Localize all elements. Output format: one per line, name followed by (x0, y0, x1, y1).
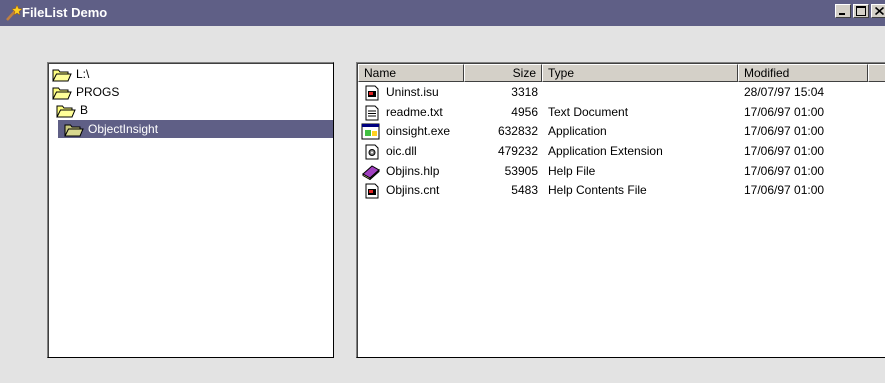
table-row[interactable]: Uninst.isu 3318 28/07/97 15:04 (358, 83, 885, 102)
tree-item-root[interactable]: L:\ (52, 65, 89, 83)
table-row[interactable]: oic.dll 479232 Application Extension 17/… (358, 142, 885, 161)
cell-size: 632832 (497, 124, 538, 138)
cell-type: Help Contents File (548, 183, 647, 197)
cell-type: Text Document (548, 105, 629, 119)
close-button[interactable] (871, 4, 885, 18)
table-row[interactable]: oinsight.exe 632832 Application 17/06/97… (358, 122, 885, 141)
app-wand-icon (6, 4, 22, 21)
cell-name: Objins.cnt (386, 183, 440, 197)
dll-file-icon (365, 144, 379, 160)
cell-type: Application Extension (548, 144, 663, 158)
cell-size: 3318 (511, 85, 538, 99)
cell-size: 4956 (511, 105, 538, 119)
cell-size: 479232 (497, 144, 538, 158)
tree-item-label: PROGS (76, 85, 120, 99)
installer-file-icon (365, 183, 379, 199)
window-title: FileList Demo (22, 5, 108, 20)
application-icon (361, 123, 380, 140)
cell-modified: 17/06/97 01:00 (744, 124, 825, 138)
tree-item-label: ObjectInsight (88, 122, 159, 136)
cell-name: oic.dll (386, 144, 417, 158)
cell-size: 53905 (504, 164, 538, 178)
cell-modified: 17/06/97 01:00 (744, 105, 825, 119)
tree-item-objectinsight[interactable]: ObjectInsight (58, 120, 333, 138)
cell-name: readme.txt (386, 105, 443, 119)
text-file-icon (365, 105, 379, 121)
open-folder-icon (64, 124, 84, 136)
file-list[interactable]: Name Size Type Modified Uninst.isu 3318 … (356, 62, 885, 358)
column-header-name[interactable]: Name (358, 64, 464, 82)
cell-modified: 28/07/97 15:04 (744, 85, 825, 99)
open-folder-icon (52, 87, 72, 99)
cell-type: Application (548, 124, 607, 138)
cell-name: Uninst.isu (386, 85, 439, 99)
column-header-size[interactable]: Size (464, 64, 542, 82)
help-book-icon (362, 165, 380, 180)
tree-item-label: B (80, 103, 89, 117)
table-row[interactable]: Objins.hlp 53905 Help File 17/06/97 01:0… (358, 162, 885, 181)
cell-name: oinsight.exe (386, 124, 451, 138)
close-icon (875, 7, 884, 15)
cell-name: Objins.hlp (386, 164, 440, 178)
table-row[interactable]: readme.txt 4956 Text Document 17/06/97 0… (358, 103, 885, 122)
window-controls (835, 4, 885, 18)
column-header-modified[interactable]: Modified (738, 64, 868, 82)
directory-tree[interactable]: L:\ PROGS B ObjectInsight (47, 62, 334, 358)
open-folder-icon (52, 69, 72, 81)
tree-item-progs[interactable]: PROGS (52, 83, 119, 101)
cell-size: 5483 (511, 183, 538, 197)
table-row[interactable]: Objins.cnt 5483 Help Contents File 17/06… (358, 181, 885, 200)
title-bar[interactable]: FileList Demo (0, 0, 885, 26)
installer-file-icon (365, 85, 379, 101)
cell-modified: 17/06/97 01:00 (744, 144, 825, 158)
tree-item-b[interactable]: B (56, 101, 88, 119)
cell-modified: 17/06/97 01:00 (744, 183, 825, 197)
cell-modified: 17/06/97 01:00 (744, 164, 825, 178)
tree-item-label: L:\ (76, 67, 90, 81)
open-folder-icon (56, 105, 76, 117)
maximize-button[interactable] (853, 4, 869, 18)
cell-type: Help File (548, 164, 596, 178)
column-header-filler (868, 64, 885, 82)
column-header-type[interactable]: Type (542, 64, 738, 82)
minimize-button[interactable] (835, 4, 851, 18)
list-header: Name Size Type Modified (358, 64, 885, 82)
